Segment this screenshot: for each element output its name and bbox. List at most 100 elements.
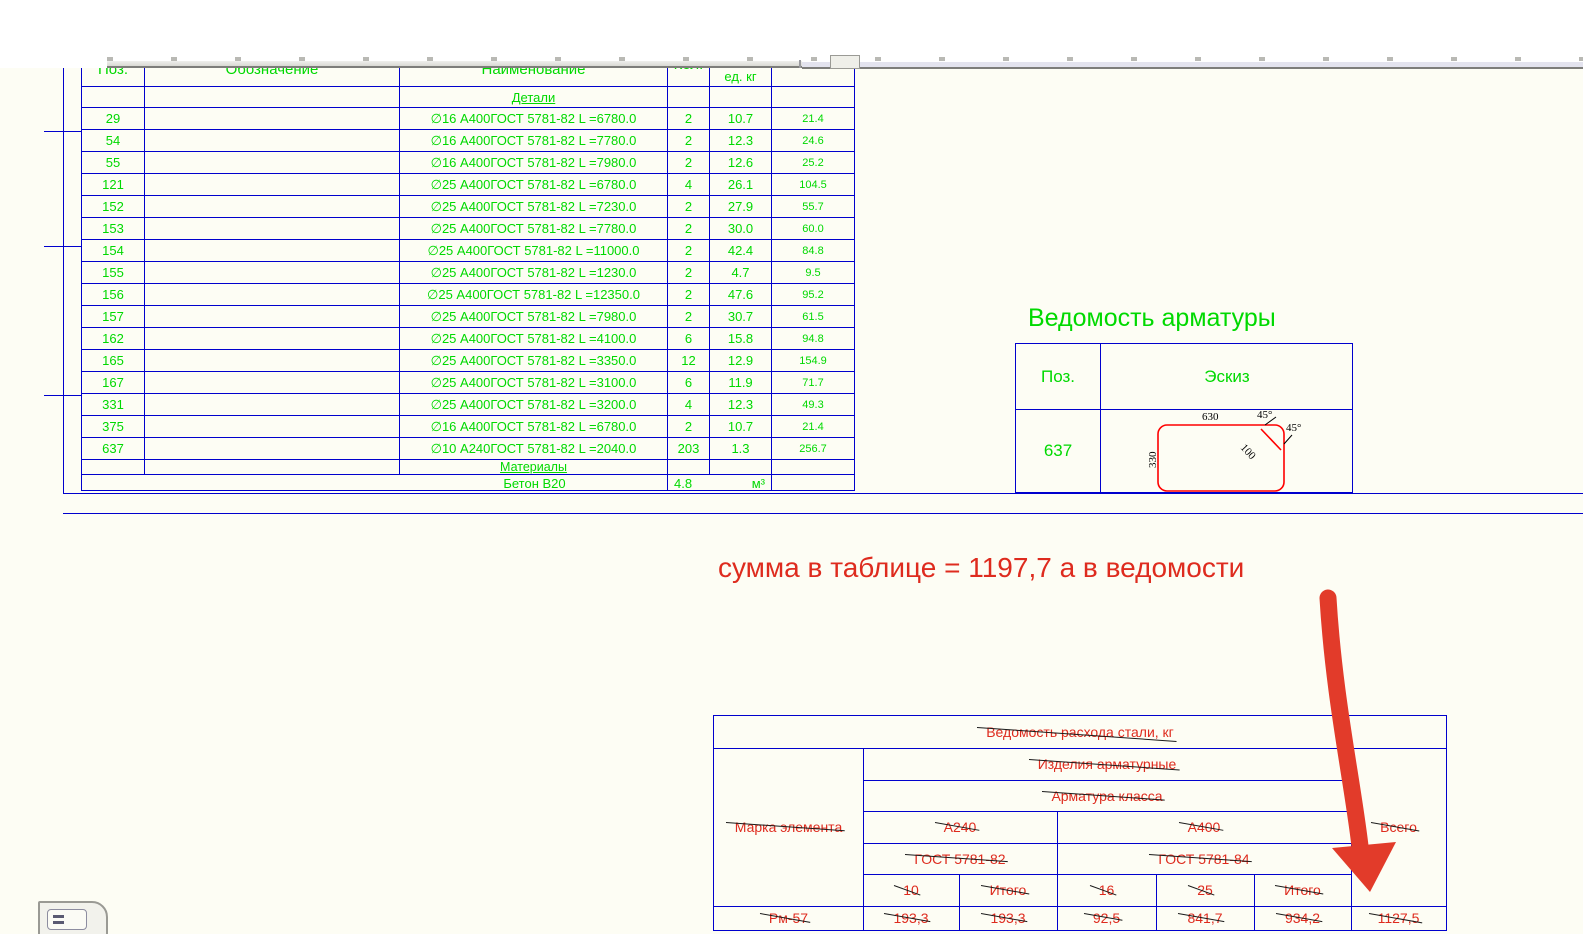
rebar-sheet-row-pos: 637 [1016,409,1100,493]
horizontal-scrollbar-track-right[interactable] [802,61,1583,69]
table-row: 157∅25 А400ГОСТ 5781-82 L =7980.0230.761… [82,306,854,328]
dim-angle2: 45° [1286,422,1301,434]
specification-table: Поз. Обозначение Наименование Кол. ед. к… [81,66,855,491]
cell-pos: 55 [82,152,145,173]
cell-unit-mass: 4.7 [710,262,772,283]
cell-name: ∅25 А400ГОСТ 5781-82 L =11000.0 [400,240,668,261]
steel-gost-82: ГОСТ 5781-82 [863,843,1057,874]
leader-stub-line [44,131,82,132]
cell-total-mass: 104.5 [772,174,854,195]
cell-name: ∅25 А400ГОСТ 5781-82 L =4100.0 [400,328,668,349]
steel-row-mark: Рм-57 [714,906,863,930]
cell-designation [145,196,400,217]
rebar-sheet-title: Ведомость арматуры [1028,304,1276,333]
cell-unit-mass: 26.1 [710,174,772,195]
table-row: 162∅25 А400ГОСТ 5781-82 L =4100.0615.894… [82,328,854,350]
cell-qty: 12 [668,350,710,371]
cell-name: ∅25 А400ГОСТ 5781-82 L =6780.0 [400,174,668,195]
cell-qty: 2 [668,218,710,239]
scrollbar-thumb[interactable] [830,55,860,69]
cell-designation [145,108,400,129]
table-row: 637∅10 А240ГОСТ 5781-82 L =2040.02031.32… [82,438,854,460]
window-top-area [0,0,1583,61]
sheet-frame-horizontal-line-lower [63,513,1583,514]
cell-designation [145,416,400,437]
angle-mark [1284,435,1292,444]
cell-qty: 2 [668,284,710,305]
cell-pos: 121 [82,174,145,195]
steel-size-itogo-a240: Итого [959,874,1057,906]
spec-concrete-row: Бетон В20 4.8 м³ [82,475,854,491]
table-row: 167∅25 А400ГОСТ 5781-82 L =3100.0611.971… [82,372,854,394]
leader-stub-line [44,246,82,247]
cell-pos: 157 [82,306,145,327]
cell-name: ∅25 А400ГОСТ 5781-82 L =3100.0 [400,372,668,393]
cell-name: ∅25 А400ГОСТ 5781-82 L =12350.0 [400,284,668,305]
cell-qty: 2 [668,130,710,151]
cell-qty: 2 [668,152,710,173]
cell-unit-mass: 30.7 [710,306,772,327]
spec-header-mass: ед. кг [724,69,756,84]
cell-pos: 375 [82,416,145,437]
cell-qty: 6 [668,328,710,349]
cell-pos: 331 [82,394,145,415]
rebar-sketch-hook-line [1261,429,1281,450]
leader-stub-line [44,395,82,396]
markup-arrow [1290,588,1410,908]
cad-drawing-canvas[interactable]: Поз. Обозначение Наименование Кол. ед. к… [0,0,1583,934]
cell-unit-mass: 15.8 [710,328,772,349]
cell-pos: 165 [82,350,145,371]
steel-col-mark: Марка элемента [714,748,863,906]
cell-designation [145,262,400,283]
cell-name: ∅16 А400ГОСТ 5781-82 L =7780.0 [400,130,668,151]
cell-qty: 4 [668,394,710,415]
rebar-sheet-header-pos: Поз. [1016,344,1100,409]
spec-section-details-row: Детали [82,87,854,108]
section-details-label: Детали [512,90,556,105]
scrollbar-divider [799,60,801,68]
cell-pos: 152 [82,196,145,217]
mini-button-glyph [53,915,64,918]
rebar-sketch: 630 45° 45° 330 100 [1140,404,1320,492]
concrete-name: Бетон В20 [82,475,668,491]
cell-pos: 29 [82,108,145,129]
cell-total-mass: 94.8 [772,328,854,349]
cell-total-mass: 9.5 [772,262,854,283]
cell-unit-mass: 12.6 [710,152,772,173]
cell-qty: 203 [668,438,710,459]
cell-designation [145,240,400,261]
cell-pos: 153 [82,218,145,239]
table-row: 121∅25 А400ГОСТ 5781-82 L =6780.0426.110… [82,174,854,196]
table-row: 156∅25 А400ГОСТ 5781-82 L =12350.0247.69… [82,284,854,306]
cell-designation [145,130,400,151]
cell-total-mass: 21.4 [772,416,854,437]
cell-total-mass: 154.9 [772,350,854,371]
cell-pos: 637 [82,438,145,459]
table-row: 165∅25 А400ГОСТ 5781-82 L =3350.01212.91… [82,350,854,372]
spec-header-pos: Поз. [98,67,128,78]
sheet-frame-horizontal-line-upper [63,493,1583,494]
cell-designation [145,284,400,305]
concrete-unit: м³ [752,476,765,491]
table-row: 55∅16 А400ГОСТ 5781-82 L =7980.0212.625.… [82,152,854,174]
window-top-area-left [0,61,107,68]
cell-unit-mass: 30.0 [710,218,772,239]
cell-designation [145,152,400,173]
steel-size-16: 16 [1057,874,1156,906]
cell-unit-mass: 27.9 [710,196,772,217]
cell-total-mass: 49.3 [772,394,854,415]
cell-unit-mass: 12.3 [710,394,772,415]
cell-pos: 54 [82,130,145,151]
cell-total-mass: 71.7 [772,372,854,393]
cell-total-mass: 55.7 [772,196,854,217]
cell-name: ∅25 А400ГОСТ 5781-82 L =3200.0 [400,394,668,415]
cell-unit-mass: 11.9 [710,372,772,393]
mini-panel-button[interactable] [47,909,87,930]
steel-row-v4: 841,7 [1156,906,1254,930]
dim-diag: 100 [1238,442,1258,463]
cell-pos: 154 [82,240,145,261]
cell-qty: 2 [668,416,710,437]
cell-total-mass: 60.0 [772,218,854,239]
section-materials-label: Материалы [500,460,567,474]
cell-total-mass: 256.7 [772,438,854,459]
